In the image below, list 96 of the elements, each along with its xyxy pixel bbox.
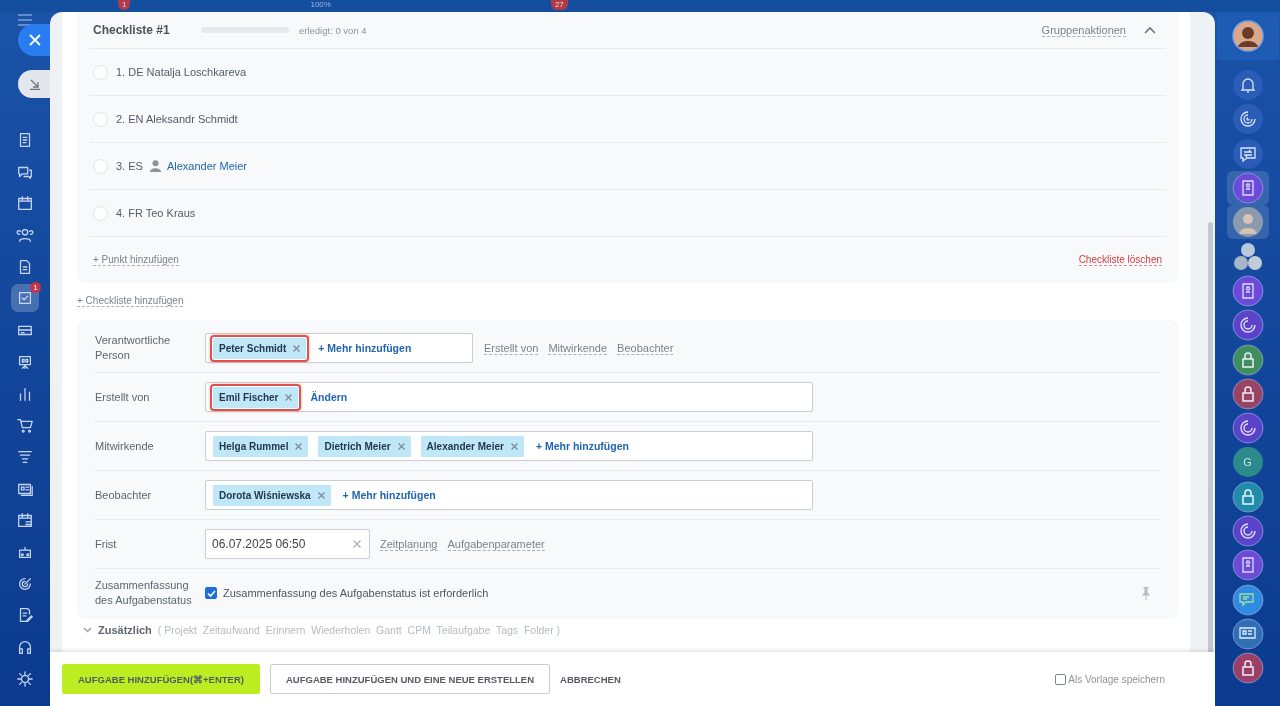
add-person-link[interactable]: + Mehr hinzufügen bbox=[342, 489, 436, 501]
field-label: Verantwortliche Person bbox=[95, 333, 172, 363]
people-field[interactable]: Peter Schmidt + Mehr hinzufügen bbox=[205, 333, 473, 363]
person-name: Helga Rummel bbox=[219, 440, 289, 452]
cart-icon bbox=[16, 416, 34, 435]
person-tag[interactable]: Alexander Meier bbox=[420, 435, 524, 457]
checklist-item: 3. ES bbox=[116, 160, 143, 172]
people-field[interactable]: Dorota Wiśniewska + Mehr hinzufügen bbox=[205, 480, 813, 510]
minimize-button[interactable] bbox=[18, 70, 52, 98]
progress-text: erledigt: 0 von 4 bbox=[299, 24, 367, 36]
avatar-icon[interactable] bbox=[1231, 20, 1264, 52]
people-icon bbox=[16, 226, 34, 245]
calendar-icon bbox=[16, 511, 34, 530]
checkbox[interactable] bbox=[205, 587, 217, 599]
field-label: Zusammenfassung des Aufgabenstatus bbox=[95, 578, 193, 608]
group-icon[interactable] bbox=[1231, 240, 1264, 273]
avatar-icon[interactable] bbox=[1231, 206, 1264, 239]
chevron-icon[interactable] bbox=[1144, 26, 1156, 34]
calendar-icon bbox=[16, 194, 34, 213]
date-value: 06.07.2025 06:50 bbox=[212, 537, 306, 551]
field-link[interactable]: Erstellt von bbox=[484, 341, 539, 355]
delete-checklist-link[interactable]: Checkliste löschen bbox=[1078, 254, 1162, 266]
remove-icon[interactable] bbox=[397, 442, 405, 450]
remove-icon[interactable] bbox=[510, 442, 518, 450]
person-tag[interactable]: Dietrich Meier bbox=[318, 435, 411, 457]
lock-icon[interactable] bbox=[1231, 480, 1264, 513]
add-person-link[interactable]: Ändern bbox=[310, 391, 348, 403]
person-name: Dorota Wiśniewska bbox=[219, 489, 311, 501]
field-link[interactable]: Zeitplanung bbox=[380, 537, 438, 551]
group-actions-link[interactable]: Gruppenaktionen bbox=[1041, 23, 1126, 37]
submit-button[interactable]: AUFGABE HINZUFÜGEN(⌘+ENTER) bbox=[62, 664, 260, 694]
zoom-level: 100% bbox=[310, 0, 331, 9]
lock-icon[interactable] bbox=[1231, 343, 1264, 376]
person-name: Alexander Meier bbox=[426, 440, 504, 452]
remove-icon[interactable] bbox=[295, 442, 303, 450]
people-field[interactable]: Emil Fischer Ändern bbox=[205, 382, 813, 412]
settings-icon bbox=[16, 669, 34, 688]
section-title[interactable]: Zusätzlich bbox=[98, 624, 152, 636]
person-tag[interactable]: Peter Schmidt bbox=[213, 337, 307, 359]
close-button[interactable] bbox=[18, 24, 52, 56]
chat-icon[interactable] bbox=[1231, 583, 1264, 616]
spiral-icon[interactable] bbox=[1231, 309, 1264, 342]
date-field[interactable]: 06.07.2025 06:50 bbox=[205, 529, 370, 559]
nav-item[interactable]: 1 bbox=[11, 284, 39, 313]
bell-icon[interactable] bbox=[1231, 69, 1264, 102]
chevron-icon[interactable] bbox=[83, 627, 92, 633]
lock-icon[interactable] bbox=[1231, 377, 1264, 410]
checklist-item: 1. DE Natalja Loschkareva bbox=[116, 66, 247, 78]
remove-icon[interactable] bbox=[293, 344, 301, 352]
section-options: ( Projekt Zeitaufwand Erinnern Wiederholen Gantt CPM Teilaufgabe Tags Folder ) bbox=[157, 624, 561, 636]
lock-icon[interactable] bbox=[1231, 652, 1264, 685]
book-icon[interactable] bbox=[1231, 172, 1264, 205]
field-label: Frist bbox=[95, 536, 118, 552]
checkbox-label: Zusammenfassung des Aufgabenstatus ist erforderlich bbox=[223, 587, 489, 599]
spiral-icon[interactable] bbox=[1231, 515, 1264, 547]
add-person-link[interactable]: + Mehr hinzufügen bbox=[318, 342, 412, 354]
remove-icon[interactable] bbox=[317, 491, 325, 499]
chat-icon[interactable] bbox=[1231, 137, 1264, 170]
counter-badge: 1 bbox=[118, 0, 131, 10]
contact-icon[interactable] bbox=[1231, 617, 1264, 650]
book-icon[interactable] bbox=[1231, 274, 1264, 307]
checkbox-label: Als Vorlage speichern bbox=[1068, 673, 1165, 685]
field-link[interactable]: Aufgabenparameter bbox=[447, 537, 545, 551]
field-label: Erstellt von bbox=[95, 389, 151, 405]
person-icon bbox=[149, 160, 161, 172]
person-tag[interactable]: Dorota Wiśniewska bbox=[213, 484, 331, 506]
person-name: Dietrich Meier bbox=[324, 440, 391, 452]
spiral-icon[interactable] bbox=[1231, 412, 1264, 445]
book-icon[interactable] bbox=[1231, 549, 1264, 582]
field-label: Mitwirkende bbox=[95, 438, 155, 454]
person-name: Peter Schmidt bbox=[219, 342, 287, 354]
headset-icon bbox=[16, 638, 34, 656]
close-icon bbox=[29, 34, 41, 46]
person-tag[interactable]: Emil Fischer bbox=[213, 386, 299, 408]
submit-button[interactable]: AUFGABE HINZUFÜGEN UND EINE NEUE ERSTELLEN bbox=[269, 664, 551, 694]
spiral-icon[interactable] bbox=[1231, 103, 1264, 136]
checklist-item: 2. EN Aleksandr Schmidt bbox=[116, 113, 238, 125]
field-link[interactable]: Mitwirkende bbox=[548, 341, 608, 355]
chat-avatar[interactable]: G bbox=[1232, 447, 1263, 478]
checkbox[interactable] bbox=[1055, 673, 1067, 685]
checklist-item: 4. FR Teo Kraus bbox=[116, 207, 196, 219]
minimize-icon bbox=[29, 78, 41, 90]
cancel-button[interactable]: ABBRECHEN bbox=[560, 664, 621, 694]
person-tag[interactable]: Helga Rummel bbox=[213, 435, 309, 457]
add-item-link[interactable]: + Punkt hinzufügen bbox=[93, 254, 179, 266]
counter-badge: 1 bbox=[30, 282, 41, 294]
person-link[interactable]: Alexander Meier bbox=[166, 160, 247, 172]
add-checklist-link[interactable]: + Checkliste hinzufügen bbox=[77, 295, 184, 307]
person-name: Emil Fischer bbox=[219, 391, 279, 403]
field-link[interactable]: Beobachter bbox=[617, 341, 674, 355]
add-person-link[interactable]: + Mehr hinzufügen bbox=[535, 440, 629, 452]
field-label: Beobachter bbox=[95, 487, 153, 503]
checklist-title: Checkliste #1 bbox=[93, 23, 171, 37]
remove-icon[interactable] bbox=[285, 393, 293, 401]
counter-badge: 27 bbox=[550, 0, 568, 10]
people-field[interactable]: Helga Rummel Dietrich Meier Alexander Meier + Mehr hinzufügen bbox=[205, 431, 813, 461]
